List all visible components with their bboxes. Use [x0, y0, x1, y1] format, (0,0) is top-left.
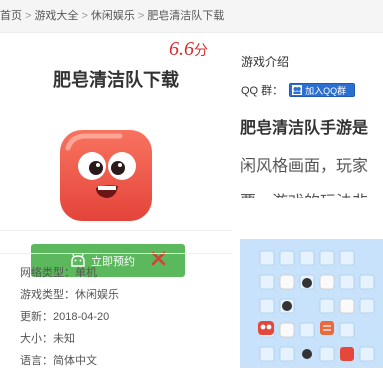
info-label: 游戏类型：: [20, 289, 75, 301]
info-value: 休闲娱乐: [75, 289, 119, 301]
intro-text-line: 要，游戏的玩法非: [240, 188, 383, 198]
breadcrumb-category[interactable]: 休闲娱乐: [91, 10, 135, 22]
rating-value: 6.6: [169, 38, 194, 60]
breadcrumb-home[interactable]: 首页: [0, 10, 22, 22]
info-size: 大小：未知: [20, 328, 220, 350]
info-network-type: 网络类型：单机: [20, 262, 220, 284]
game-screenshot[interactable]: [240, 239, 383, 368]
soap-character-icon: [60, 130, 152, 221]
intro-bold-text: 肥皂清洁队手游是: [240, 120, 369, 137]
join-qq-label: 加入QQ群: [305, 85, 347, 96]
info-label: 大小：: [20, 333, 53, 345]
breadcrumb-separator: >: [137, 10, 145, 22]
breadcrumb-game-list[interactable]: 游戏大全: [34, 10, 78, 22]
breadcrumb-separator: >: [25, 10, 32, 22]
game-summary-panel: 6.6分 肥皂清洁队下载 立即预约 网络类型：单机 游戏类型：休闲娱乐 更新：2…: [0, 33, 232, 368]
breadcrumb: 首页 > 游戏大全 > 休闲娱乐 > 肥皂清洁队下载: [0, 0, 383, 33]
intro-text-line-clipped: 要，游戏的玩法非: [240, 188, 383, 198]
breadcrumb-current: 肥皂清洁队下载: [147, 10, 225, 22]
info-value: 未知: [53, 333, 75, 345]
join-qq-button[interactable]: 加入QQ群: [289, 83, 356, 97]
info-label: 更新：: [20, 311, 53, 323]
game-title: 肥皂清洁队下载: [53, 70, 179, 90]
game-intro-panel: 游戏介绍 QQ 群： 加入QQ群 肥皂清洁队手游是 闲风格画面，玩家 要，游戏的…: [232, 33, 383, 368]
info-label: 语言：: [20, 355, 53, 367]
intro-text-line: 闲风格画面，玩家: [240, 158, 369, 175]
breadcrumb-separator: >: [81, 10, 88, 22]
game-info-list: 网络类型：单机 游戏类型：休闲娱乐 更新：2018-04-20 大小：未知 语言…: [20, 262, 220, 372]
info-language: 语言：简体中文: [20, 350, 220, 372]
rating-unit: 分: [194, 44, 208, 59]
rating-score: 6.6分: [169, 38, 208, 61]
qq-group-icon: [292, 85, 303, 95]
qq-group-row: QQ 群： 加入QQ群: [241, 82, 356, 98]
intro-title: 游戏介绍: [241, 55, 290, 69]
info-game-type: 游戏类型：休闲娱乐: [20, 284, 220, 306]
section-divider: [0, 230, 232, 231]
info-value: 简体中文: [53, 355, 97, 367]
info-value: 2018-04-20: [53, 311, 110, 323]
section-divider: [0, 253, 232, 254]
info-value: 单机: [75, 267, 97, 279]
info-label: 网络类型：: [20, 267, 75, 279]
info-update-date: 更新：2018-04-20: [20, 306, 220, 328]
qq-label: QQ 群：: [241, 85, 284, 97]
